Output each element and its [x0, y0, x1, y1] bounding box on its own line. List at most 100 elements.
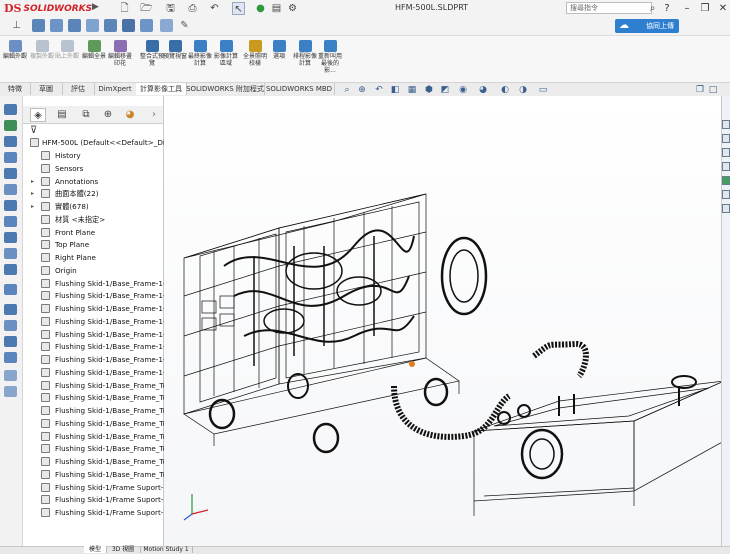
- print-icon[interactable]: ⎙: [186, 2, 199, 15]
- hide-show-icon[interactable]: ◉: [458, 85, 468, 95]
- command-10[interactable]: 全景照明校樣: [243, 40, 267, 67]
- command-12[interactable]: 排程影像計算: [293, 40, 317, 67]
- view-icon-1[interactable]: [32, 19, 45, 32]
- view-icon-7[interactable]: [140, 19, 153, 32]
- view-palette-tab-icon[interactable]: [722, 162, 730, 171]
- tool-icon-15[interactable]: [4, 336, 17, 347]
- expand-arrow-icon[interactable]: ▸: [31, 201, 37, 213]
- tree-item[interactable]: ▸ Annotations: [30, 176, 162, 188]
- monitor-icon[interactable]: ▭: [538, 85, 548, 95]
- tool-icon-6[interactable]: [4, 184, 17, 195]
- tool-icon-13[interactable]: [4, 304, 17, 315]
- tab-2[interactable]: 草圖: [30, 83, 63, 95]
- select-icon[interactable]: ↖: [232, 2, 245, 15]
- tree-item[interactable]: Right Plane: [30, 252, 162, 264]
- tree-item[interactable]: Flushing Skid-1/Base_Frame_Tc: [30, 456, 166, 468]
- tree-item[interactable]: Flushing Skid-1/Frame Suport-: [30, 494, 163, 506]
- tab-7[interactable]: SOLIDWORKS MBD: [264, 83, 335, 95]
- open-icon[interactable]: 🗁: [140, 2, 153, 15]
- command-7[interactable]: 預覽視窗: [163, 40, 187, 60]
- tree-item[interactable]: Flushing Skid-1/Base_Frame-1-: [30, 354, 166, 366]
- tree-item[interactable]: Sensors: [30, 163, 162, 175]
- tree-item[interactable]: History: [30, 150, 162, 162]
- design-library-tab-icon[interactable]: [722, 134, 730, 143]
- tree-item[interactable]: 材質 <未指定>: [30, 214, 162, 226]
- command-5[interactable]: 編輯移畫印花: [108, 40, 132, 67]
- view-orientation-icon[interactable]: ⬢: [424, 85, 434, 95]
- command-2[interactable]: 複製外觀: [30, 40, 54, 60]
- tool-icon-1[interactable]: [4, 104, 17, 115]
- tree-item[interactable]: Flushing Skid-1/Base_Frame_Tc: [30, 418, 166, 430]
- tree-item[interactable]: Flushing Skid-1/Base_Frame_Tc: [30, 380, 166, 392]
- tree-item[interactable]: Top Plane: [30, 239, 162, 251]
- view-icon-5[interactable]: [104, 19, 117, 32]
- file-properties-icon[interactable]: ▤: [270, 2, 283, 15]
- zoom-to-area-icon[interactable]: ⊕: [357, 85, 367, 95]
- view-icon-8[interactable]: [160, 19, 173, 32]
- tree-item[interactable]: Flushing Skid-1/Base_Frame-1-: [30, 278, 166, 290]
- tree-item[interactable]: Flushing Skid-1/Base_Frame_Tc: [30, 392, 166, 404]
- view-icon-4[interactable]: [86, 19, 99, 32]
- tool-icon-14[interactable]: [4, 320, 17, 331]
- filter-icon[interactable]: ⊽: [30, 125, 37, 136]
- tool-icon-8[interactable]: [4, 216, 17, 227]
- tool-icon-12[interactable]: [4, 284, 17, 295]
- help-icon[interactable]: ?: [660, 2, 674, 15]
- menu-expand-icon[interactable]: ▶: [92, 2, 102, 15]
- tree-item[interactable]: Flushing Skid-1/Base_Frame-1-: [30, 316, 166, 328]
- previous-view-icon[interactable]: ↶: [374, 85, 384, 95]
- tree-item[interactable]: Flushing Skid-1/Base_Frame-1-: [30, 303, 166, 315]
- expand-arrow-icon[interactable]: ▸: [31, 188, 37, 200]
- options-icon[interactable]: ⚙: [286, 2, 299, 15]
- view-icon-2[interactable]: [50, 19, 63, 32]
- display-style-icon[interactable]: ◩: [440, 85, 450, 95]
- command-3[interactable]: 貼上外觀: [55, 40, 79, 60]
- tool-icon-18[interactable]: [4, 386, 17, 397]
- command-11[interactable]: 選項: [267, 40, 291, 60]
- command-13[interactable]: 重新叫用最後的影...: [318, 40, 342, 74]
- command-1[interactable]: 編輯外觀: [3, 40, 27, 60]
- dimxpert-manager-tab-icon[interactable]: ⊕: [100, 108, 116, 122]
- save-icon[interactable]: 🖫: [164, 2, 177, 15]
- tree-item[interactable]: Flushing Skid-1/Base_Frame-1-: [30, 329, 166, 341]
- custom-properties-tab-icon[interactable]: [722, 190, 730, 199]
- resources-tab-icon[interactable]: [722, 120, 730, 129]
- tree-item[interactable]: Flushing Skid-1/Base_Frame-1-: [30, 367, 166, 379]
- command-4[interactable]: 編輯全景: [82, 40, 106, 60]
- wireframe-model[interactable]: [164, 96, 725, 546]
- command-9[interactable]: 影像計算區域: [214, 40, 238, 67]
- configuration-manager-tab-icon[interactable]: ⧉: [78, 108, 94, 122]
- appearances-tab-icon[interactable]: [722, 176, 730, 185]
- edit-appearance-icon[interactable]: ◕: [478, 85, 488, 95]
- tool-icon-7[interactable]: [4, 200, 17, 211]
- search-input[interactable]: 搜尋指令: [566, 2, 652, 14]
- graphics-area[interactable]: [164, 96, 725, 546]
- feature-tree-tab-icon[interactable]: ◈: [30, 108, 46, 122]
- tool-icon-5[interactable]: [4, 168, 17, 179]
- tool-icon-10[interactable]: [4, 248, 17, 259]
- solidworks-logo[interactable]: DS SOLIDWORKS: [4, 2, 92, 15]
- property-manager-tab-icon[interactable]: ▤: [54, 108, 70, 122]
- tab-3[interactable]: 評估: [62, 83, 95, 95]
- tool-icon-2[interactable]: [4, 120, 17, 131]
- tab-1[interactable]: 特徵: [0, 83, 31, 95]
- bottom-tab-3[interactable]: Motion Study 1: [140, 546, 193, 553]
- tree-item[interactable]: Flushing Skid-1/Base_Frame-1-: [30, 341, 166, 353]
- display-manager-tab-icon[interactable]: ◕: [122, 108, 138, 122]
- pencil-icon[interactable]: ✎: [178, 19, 191, 32]
- tool-icon-17[interactable]: [4, 370, 17, 381]
- tool-icon-3[interactable]: [4, 136, 17, 147]
- apply-scene-icon[interactable]: ◐: [500, 85, 510, 95]
- view-settings-icon[interactable]: ◑: [518, 85, 528, 95]
- new-icon[interactable]: 🗋: [118, 2, 131, 15]
- maximize-pane-icon[interactable]: □: [708, 85, 718, 95]
- tool-icon-11[interactable]: [4, 264, 17, 275]
- command-8[interactable]: 最終影像計算: [188, 40, 212, 67]
- tree-item[interactable]: Origin: [30, 265, 162, 277]
- tree-item[interactable]: Flushing Skid-1/Frame Suport-: [30, 482, 163, 494]
- section-view-icon[interactable]: ◧: [390, 85, 400, 95]
- tool-icon-4[interactable]: [4, 152, 17, 163]
- file-explorer-tab-icon[interactable]: [722, 148, 730, 157]
- tab-4[interactable]: DimXpert: [94, 83, 137, 95]
- expand-arrow-icon[interactable]: ▸: [31, 176, 37, 188]
